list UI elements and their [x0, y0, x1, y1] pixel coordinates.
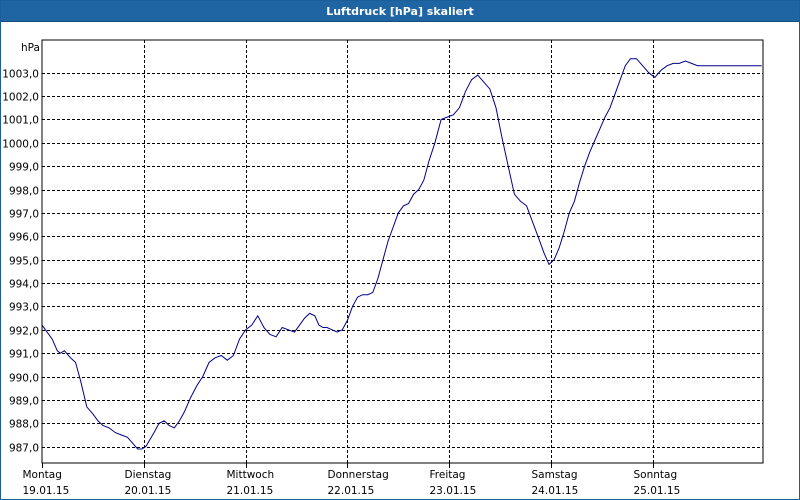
chart-window: Luftdruck [hPa] skaliert 987,0 988,0 989,0…: [0, 0, 800, 500]
y-tick-label: 998,0: [9, 186, 39, 198]
x-tick-date: 23.01.15: [430, 485, 477, 497]
y-tick-label: 994,0: [9, 279, 39, 291]
x-tick-date: 25.01.15: [634, 485, 681, 497]
x-axis-ticks: Montag 19.01.15 Dienstag 20.01.15 Mittwoch 21…: [23, 463, 681, 497]
plot-frame: [41, 39, 764, 464]
y-tick-label: 995,0: [9, 256, 39, 268]
y-tick-label: 991,0: [9, 349, 39, 361]
y-tick-label: 997,0: [9, 209, 39, 221]
y-tick-label: 996,0: [9, 232, 39, 244]
x-tick-date: 22.01.15: [328, 485, 375, 497]
y-tick-label: 1000,0: [2, 139, 39, 151]
x-tick-day: Mittwoch: [227, 469, 275, 481]
y-tick-label: 999,0: [9, 162, 39, 174]
y-tick-label: 992,0: [9, 326, 39, 338]
y-tick-label: 990,0: [9, 373, 39, 385]
x-tick-date: 24.01.15: [532, 485, 579, 497]
y-tick-label: 988,0: [9, 419, 39, 431]
y-tick-label: 987,0: [9, 443, 39, 455]
y-tick-label: 993,0: [9, 302, 39, 314]
x-tick-day: Sonntag: [634, 469, 678, 481]
x-tick-day: Donnerstag: [328, 469, 389, 481]
y-tick-label: 1003,0: [2, 69, 39, 81]
x-tick-day: Montag: [23, 469, 62, 481]
y-axis-ticks: 987,0 988,0 989,0 990,0 991,0 992,0 993,0 994,0…: [2, 69, 39, 455]
pressure-chart: 987,0 988,0 989,0 990,0 991,0 992,0 993,0 994,0…: [2, 39, 764, 497]
y-tick-label: 1001,0: [2, 115, 39, 127]
grid-lines: [42, 40, 763, 463]
x-tick-day: Samstag: [532, 469, 578, 481]
x-tick-date: 21.01.15: [227, 485, 274, 497]
x-tick-date: 19.01.15: [23, 485, 70, 497]
x-tick-day: Dienstag: [125, 469, 172, 481]
y-tick-label: 989,0: [9, 396, 39, 408]
x-tick-day: Freitag: [430, 469, 466, 481]
window-title: Luftdruck [hPa] skaliert: [1, 1, 799, 22]
y-tick-label: 1002,0: [2, 92, 39, 104]
x-tick-date: 20.01.15: [125, 485, 172, 497]
y-axis-unit: hPa: [21, 42, 40, 54]
